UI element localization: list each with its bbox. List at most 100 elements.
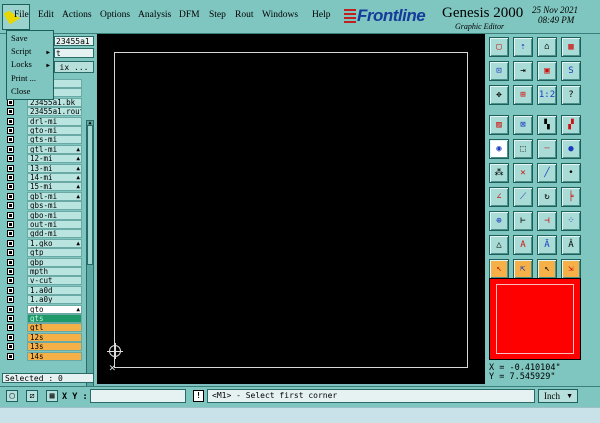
- layer-name[interactable]: drl-mi: [27, 116, 82, 126]
- layer-row[interactable]: mpth: [3, 267, 83, 276]
- xy-input[interactable]: [90, 389, 186, 403]
- cross-button[interactable]: ✕: [513, 163, 533, 183]
- layer-checkbox[interactable]: [7, 277, 14, 285]
- layer-name[interactable]: 13s: [27, 342, 82, 352]
- menu-windows[interactable]: Windows: [262, 10, 298, 20]
- matrix-button[interactable]: ix ...: [54, 61, 94, 73]
- layer-row[interactable]: gdd-mi: [3, 229, 83, 239]
- layer-checkbox[interactable]: [7, 315, 14, 322]
- layer-checkbox[interactable]: [7, 305, 14, 313]
- layer-row[interactable]: 13-mi ▲: [3, 163, 83, 173]
- a-flat-button[interactable]: Ā: [537, 235, 557, 255]
- menu-step[interactable]: Step: [209, 10, 226, 20]
- pointer-box-button[interactable]: ⇱: [513, 259, 533, 279]
- layer-checkbox[interactable]: [7, 108, 14, 116]
- layer-row[interactable]: gtp: [3, 248, 83, 258]
- move-button[interactable]: ✥: [489, 85, 509, 105]
- route-blue-button[interactable]: ▞: [561, 115, 581, 135]
- pad-button[interactable]: ●: [561, 139, 581, 159]
- nodes-button[interactable]: ⁂: [489, 163, 509, 183]
- dotted-line-button[interactable]: ┄: [537, 139, 557, 159]
- zoom-in-button[interactable]: ⇡: [513, 37, 533, 57]
- layer-name[interactable]: gto-mi: [27, 126, 82, 135]
- step-name-field[interactable]: t: [54, 48, 94, 58]
- layer-name[interactable]: 1.gko ▲: [27, 238, 82, 248]
- layer-name[interactable]: gbs-mi: [27, 201, 82, 211]
- layer-row[interactable]: gts: [3, 314, 83, 323]
- segment-button[interactable]: ╱: [537, 163, 557, 183]
- measure-tool-icon[interactable]: ⧄: [26, 390, 38, 402]
- layer-color-swatch[interactable]: [489, 278, 581, 360]
- line-add-button[interactable]: ⊢: [513, 211, 533, 231]
- menu-item-close[interactable]: Close: [11, 86, 30, 96]
- menu-item-script[interactable]: Script: [11, 46, 31, 56]
- layer-checkbox[interactable]: [7, 221, 14, 228]
- layer-row[interactable]: 12s: [3, 332, 83, 342]
- layer-checkbox[interactable]: [7, 136, 14, 144]
- layer-name[interactable]: gbo-mi: [27, 210, 82, 220]
- layer-name[interactable]: gts-mi: [27, 135, 82, 145]
- layer-name[interactable]: v-cut: [27, 276, 82, 286]
- layer-row[interactable]: 1.gko ▲: [3, 238, 83, 248]
- layer-name[interactable]: gbp: [27, 257, 82, 267]
- layer-name[interactable]: gtl: [27, 323, 82, 333]
- layer-row[interactable]: gbs-mi: [3, 201, 83, 211]
- scale-button[interactable]: 1:2: [537, 85, 557, 105]
- menu-item-save[interactable]: Save: [11, 33, 28, 43]
- layer-row[interactable]: gto-mi: [3, 126, 83, 135]
- fork-button[interactable]: ╞: [561, 187, 581, 207]
- layer-row[interactable]: 13s: [3, 342, 83, 352]
- layer-row[interactable]: gtl-mi ▲: [3, 144, 83, 154]
- layer-name[interactable]: 14s: [27, 351, 82, 361]
- layer-scrollbar[interactable]: ▲ ▼: [86, 120, 94, 398]
- layer-row[interactable]: 1.a0d: [3, 285, 83, 295]
- layer-checkbox[interactable]: [7, 258, 14, 266]
- layer-row[interactable]: 14s: [3, 351, 83, 361]
- arc-button[interactable]: ↻: [537, 187, 557, 207]
- menu-analysis[interactable]: Analysis: [138, 10, 171, 20]
- layer-name[interactable]: 15-mi ▲: [27, 182, 82, 192]
- layer-row[interactable]: 12-mi ▲: [3, 154, 83, 164]
- menu-help[interactable]: Help: [312, 10, 330, 20]
- job-name-field[interactable]: 23455a1: [54, 36, 94, 46]
- menu-item-locks[interactable]: Locks: [11, 59, 32, 69]
- layer-name[interactable]: gbl-mi ▲: [27, 191, 82, 201]
- menu-item-print[interactable]: Print ...: [11, 73, 36, 83]
- menu-dfm[interactable]: DFM: [179, 10, 200, 20]
- route-red-button[interactable]: ▚: [537, 115, 557, 135]
- layer-row[interactable]: out-mi: [3, 220, 83, 229]
- dash-button[interactable]: ⬚: [513, 139, 533, 159]
- layer-checkbox[interactable]: [7, 192, 14, 200]
- layer-checkbox[interactable]: [7, 249, 14, 257]
- layer-row[interactable]: gbp: [3, 257, 83, 267]
- layer-row[interactable]: gts-mi: [3, 135, 83, 145]
- layer-checkbox[interactable]: [7, 174, 14, 181]
- layer-name[interactable]: gts: [27, 314, 82, 323]
- layer-name[interactable]: mpth: [27, 267, 82, 276]
- layer-name[interactable]: gtp: [27, 248, 82, 258]
- pointer-multi-button[interactable]: ⇲: [561, 259, 581, 279]
- zoom-home-button[interactable]: ⊡: [489, 61, 509, 81]
- menu-options[interactable]: Options: [100, 10, 130, 20]
- layer-row[interactable]: gto ▲: [3, 304, 83, 314]
- measure-button[interactable]: ⊠: [513, 115, 533, 135]
- layer-checkbox[interactable]: [7, 239, 14, 247]
- pointer-button[interactable]: ↖: [489, 259, 509, 279]
- menu-rout[interactable]: Rout: [235, 10, 253, 20]
- layer-checkbox[interactable]: [7, 155, 14, 163]
- split-button[interactable]: ⊣: [537, 211, 557, 231]
- scrollbar-thumb[interactable]: [87, 125, 93, 265]
- pan-button[interactable]: ⇥: [513, 61, 533, 81]
- table-icon[interactable]: ▦: [46, 390, 58, 402]
- diagonal-button[interactable]: ⟋: [513, 187, 533, 207]
- layer-checkbox[interactable]: [7, 286, 14, 294]
- hatch-button[interactable]: ▨: [489, 115, 509, 135]
- layer-row[interactable]: gbo-mi: [3, 210, 83, 220]
- layer-name[interactable]: 14-mi ▲: [27, 173, 82, 182]
- layer-checkbox[interactable]: [7, 202, 14, 210]
- layer-checkbox[interactable]: [7, 117, 14, 125]
- layer-checkbox[interactable]: [7, 230, 14, 238]
- units-select[interactable]: Inch ▼: [538, 389, 578, 403]
- node-add-button[interactable]: ⊕: [489, 211, 509, 231]
- a-button[interactable]: A: [513, 235, 533, 255]
